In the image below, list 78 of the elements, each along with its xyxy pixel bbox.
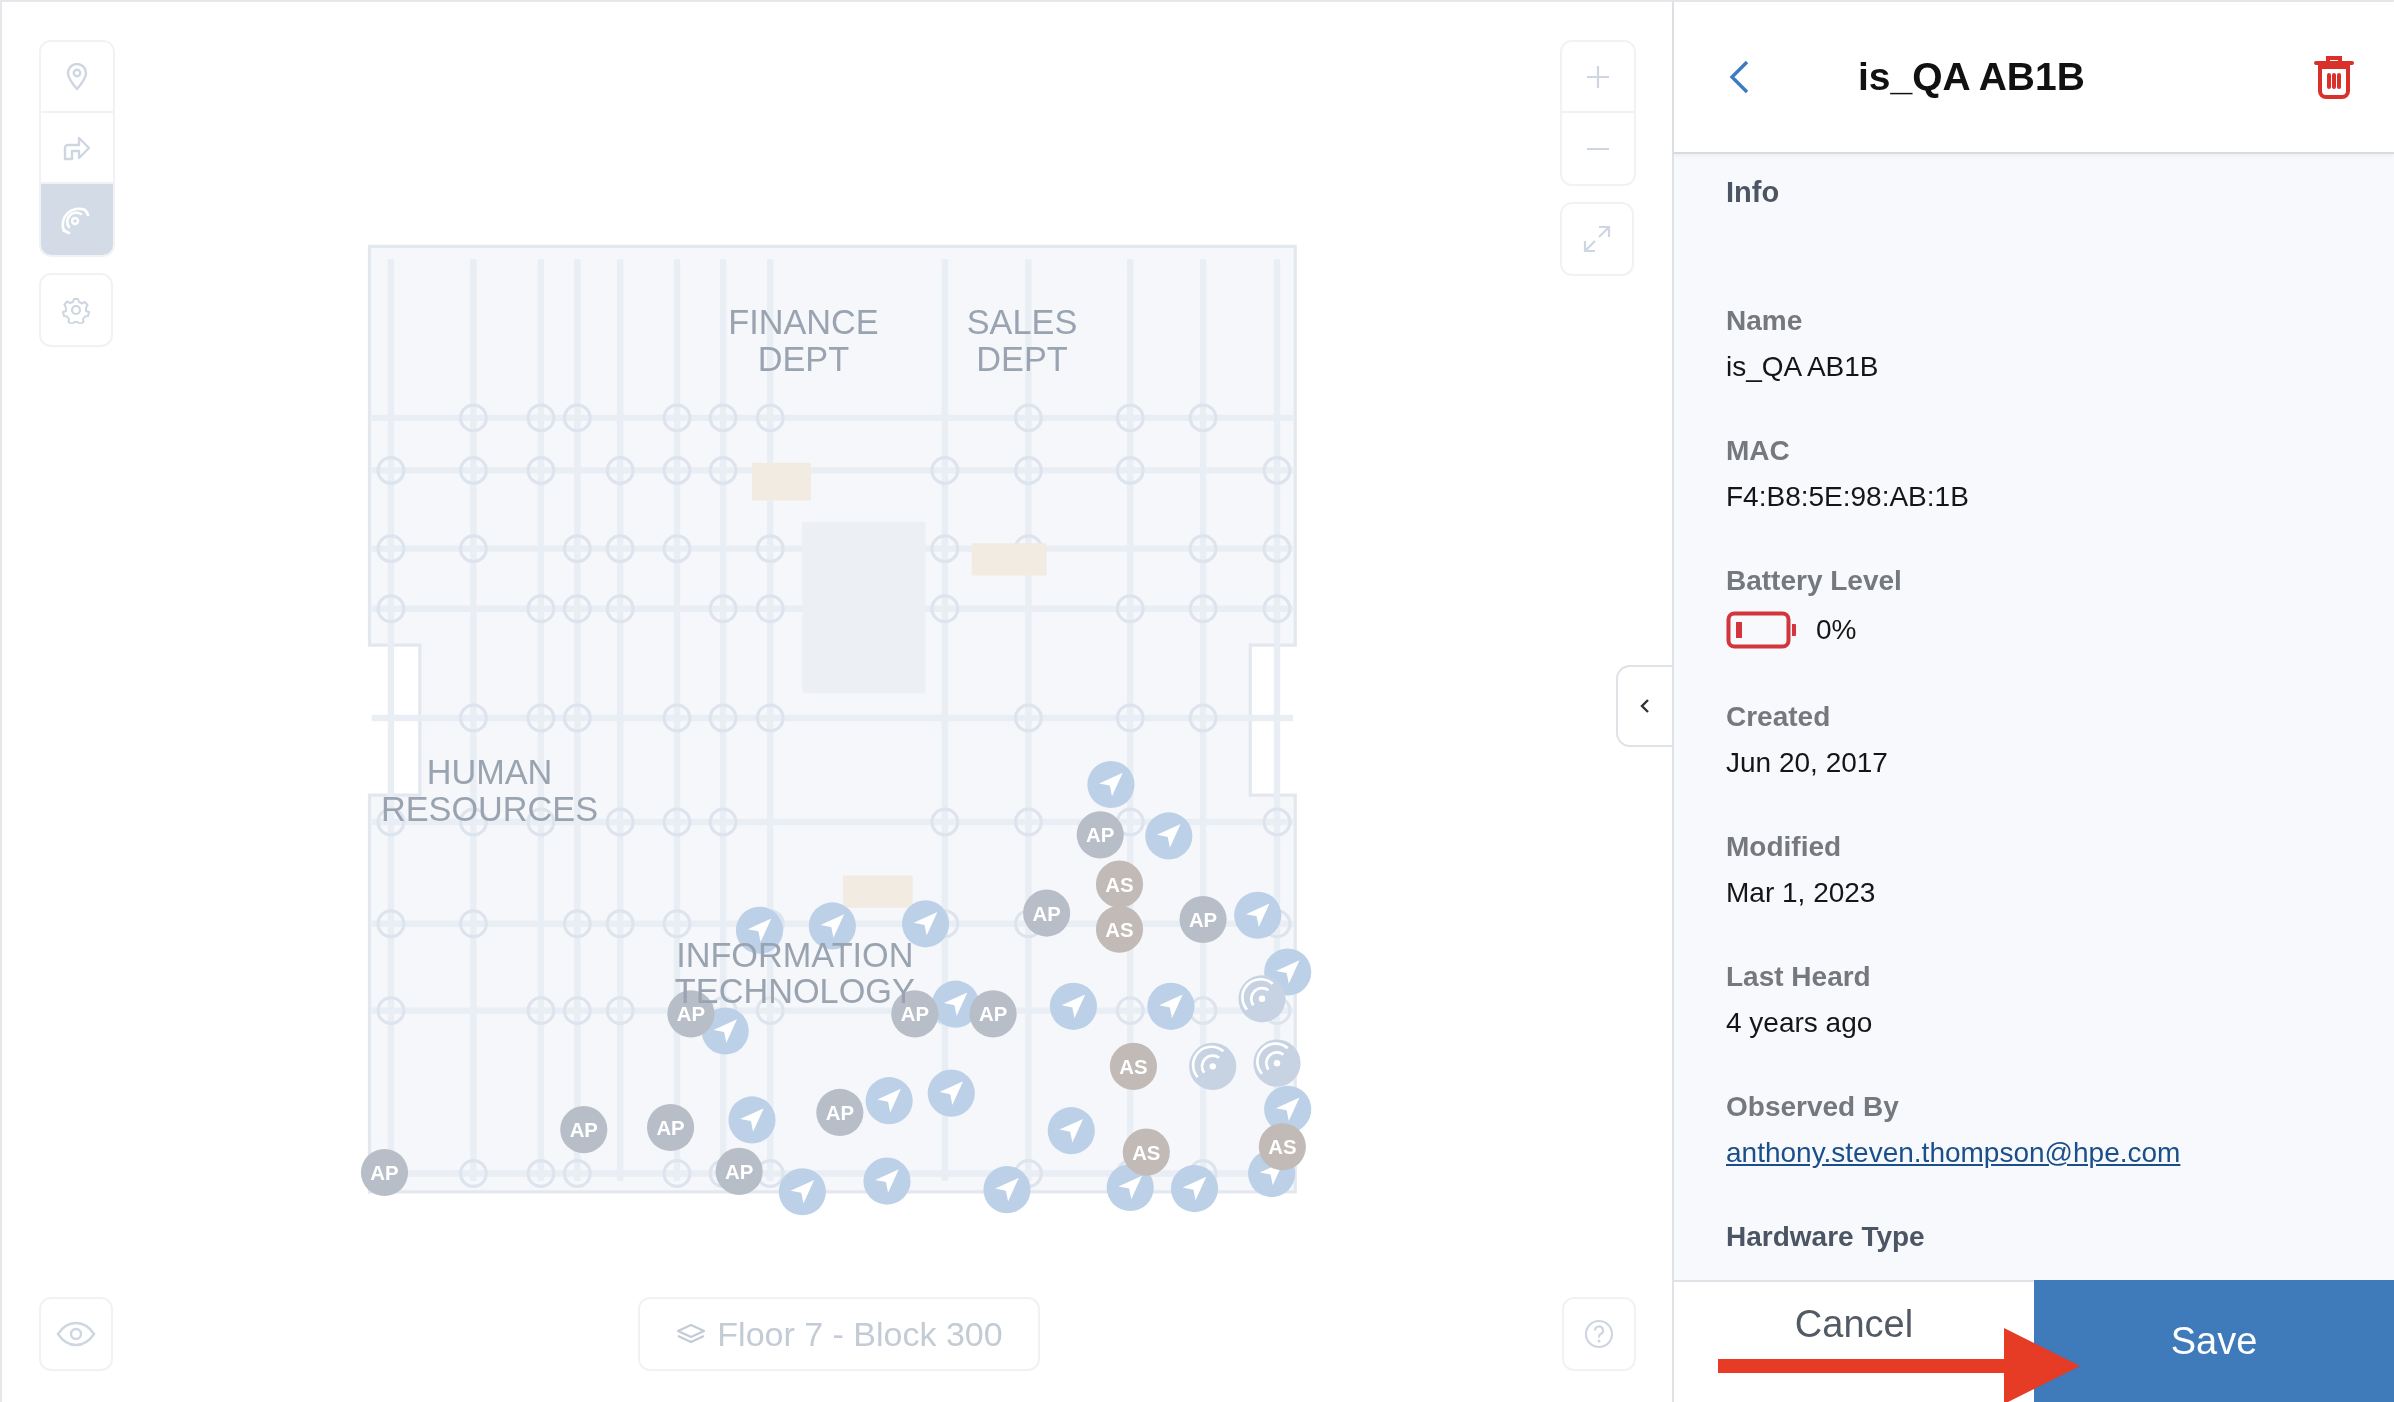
area-label: FINANCE: [728, 303, 879, 342]
field-label: Name: [1726, 305, 1803, 337]
navigation-marker[interactable]: [728, 1096, 776, 1144]
area-label: DEPT: [757, 339, 850, 378]
desk-block: [752, 462, 811, 501]
area-label: RESOURCES: [380, 789, 599, 828]
field-label: Created: [1726, 701, 1831, 733]
access-point-marker[interactable]: AP: [715, 1147, 763, 1195]
chevron-left-icon: [1728, 59, 1750, 95]
asset-marker[interactable]: AS: [1109, 1042, 1157, 1090]
sensor-marker[interactable]: [1238, 975, 1286, 1023]
area-label: HUMAN: [426, 753, 553, 792]
field-label: Observed By: [1726, 1091, 1899, 1123]
area-label: SALES: [966, 303, 1078, 342]
field-value: Jun 20, 2017: [1726, 747, 1888, 779]
desk-block: [843, 875, 913, 908]
access-point-marker[interactable]: AP: [647, 1103, 695, 1152]
expand-icon: [1582, 224, 1612, 254]
field-value: Mar 1, 2023: [1726, 877, 1876, 909]
signal-tool-button[interactable]: [41, 184, 113, 255]
access-point-marker[interactable]: AP: [560, 1106, 608, 1154]
navigation-marker[interactable]: [1049, 982, 1097, 1030]
asset-marker[interactable]: AS: [1258, 1123, 1306, 1171]
access-point-marker[interactable]: AP: [1179, 895, 1227, 944]
pin-tool-button[interactable]: [41, 42, 113, 113]
battery-empty-icon: [1726, 611, 1798, 649]
settings-icon: [62, 296, 90, 324]
navigation-marker[interactable]: [1145, 812, 1193, 860]
eye-icon: [56, 1321, 96, 1347]
navigation-marker[interactable]: [927, 1069, 975, 1117]
navigation-marker[interactable]: [983, 1166, 1031, 1214]
help-icon: [1583, 1318, 1615, 1350]
navigation-marker[interactable]: [1170, 1164, 1219, 1213]
minus-icon: [1585, 146, 1611, 151]
panel-title: is_QA AB1B: [1858, 55, 2085, 99]
field-label: MAC: [1726, 435, 1790, 467]
sensor-marker[interactable]: [1253, 1039, 1301, 1087]
asset-marker[interactable]: AS: [1122, 1128, 1170, 1176]
plus-icon: [1585, 63, 1611, 90]
navigation-marker[interactable]: [863, 1157, 911, 1205]
trash-icon: [2314, 55, 2354, 99]
navigation-marker[interactable]: [1234, 891, 1282, 939]
sensor-marker[interactable]: [1189, 1042, 1237, 1090]
field-value: F4:B8:5E:98:AB:1B: [1726, 481, 1969, 513]
navigation-marker[interactable]: [1087, 760, 1135, 809]
asset-marker[interactable]: AS: [1095, 905, 1144, 953]
access-point-marker[interactable]: AP: [969, 990, 1017, 1038]
navigation-marker[interactable]: [778, 1168, 826, 1216]
field-value: 4 years ago: [1726, 1007, 1873, 1039]
area-label: DEPT: [976, 339, 1068, 378]
field-label: Battery Level: [1726, 565, 1902, 597]
access-point-marker[interactable]: AP: [816, 1088, 864, 1137]
email-link[interactable]: anthony.steven.thompson@hpe.com: [1726, 1137, 2181, 1169]
navigation-marker[interactable]: [865, 1077, 913, 1125]
location-pin-icon: [66, 62, 88, 91]
navigation-marker[interactable]: [1047, 1107, 1095, 1155]
help-button[interactable]: [1562, 1297, 1636, 1371]
access-point-marker[interactable]: AP: [1076, 811, 1124, 859]
battery-percentage: 0%: [1816, 614, 1857, 646]
settings-button[interactable]: [39, 273, 113, 347]
field-label: Last Heard: [1726, 961, 1871, 993]
access-point-marker[interactable]: AP: [1023, 889, 1071, 937]
field-label: Hardware Type: [1726, 1221, 1925, 1253]
access-point-marker[interactable]: AP: [360, 1148, 409, 1197]
section-heading: Info: [1726, 176, 1780, 209]
asset-marker[interactable]: AS: [1095, 860, 1144, 908]
save-button[interactable]: Save: [2034, 1280, 2394, 1402]
layers-icon: [675, 1322, 708, 1346]
field-label: Modified: [1726, 831, 1842, 863]
field-value: is_QA AB1B: [1726, 351, 1879, 383]
navigation-marker[interactable]: [1147, 982, 1195, 1030]
collapse-panel-button[interactable]: [1616, 665, 1672, 747]
visibility-button[interactable]: [39, 1297, 113, 1371]
floor-selector[interactable]: Floor 7 - Block 300: [638, 1297, 1040, 1371]
zoom-in-button[interactable]: [1562, 42, 1634, 113]
fullscreen-button[interactable]: [1560, 202, 1634, 276]
area-label: INFORMATION: [676, 935, 914, 974]
chevron-left-icon: [1639, 697, 1651, 715]
